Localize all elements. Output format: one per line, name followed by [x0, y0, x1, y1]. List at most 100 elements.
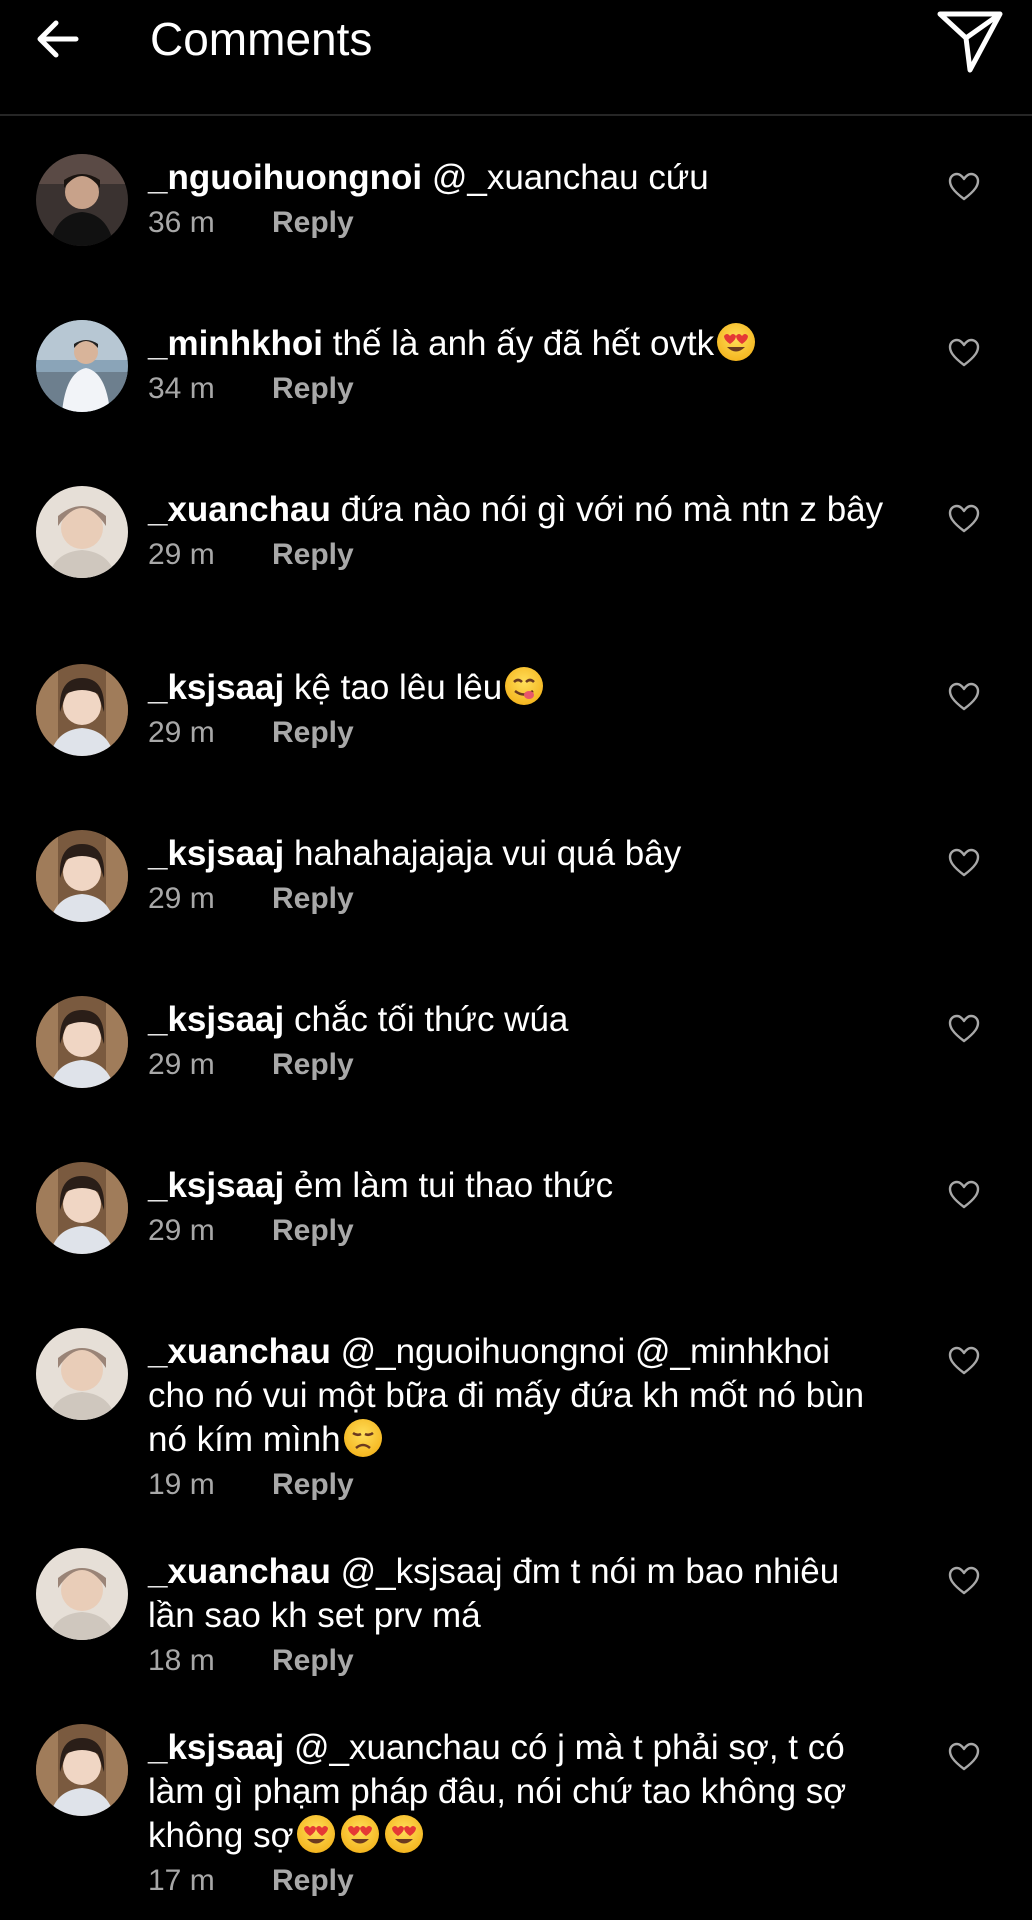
comment-meta: 19 m Reply: [148, 1464, 888, 1506]
comment-timestamp: 34 m: [148, 372, 215, 405]
reply-button[interactable]: Reply: [272, 716, 354, 749]
comment-timestamp: 29 m: [148, 882, 215, 915]
reply-button[interactable]: Reply: [272, 1468, 354, 1501]
comment-body: _ksjsaaj hahahajajaja vui quá bây 29 m Rep…: [148, 832, 888, 920]
comment-message: hahahajajaja vui quá bây: [293, 834, 682, 873]
comment-timestamp: 19 m: [148, 1468, 215, 1501]
comment-body: _minhkhoi thế là anh ấy đã hết ovtk 34 m R…: [148, 322, 888, 410]
comment-text: _xuanchau @_ksjsaaj đm t nói m bao nhiêu…: [148, 1550, 888, 1638]
comment-meta: 17 m Reply: [148, 1860, 888, 1902]
comment-text: _ksjsaaj hahahajajaja vui quá bây: [148, 832, 888, 876]
disappointed-emoji-icon: [343, 1418, 383, 1458]
heart-outline-icon: [948, 1014, 980, 1043]
like-button[interactable]: [948, 1014, 980, 1044]
comment-message: kệ tao lêu lêu: [293, 668, 503, 707]
avatar[interactable]: [36, 486, 128, 578]
comment-text: _xuanchau đứa nào nói gì với nó mà ntn z…: [148, 488, 888, 532]
comments-header: Comments: [0, 0, 1032, 116]
comment-timestamp: 29 m: [148, 538, 215, 571]
avatar[interactable]: [36, 996, 128, 1088]
heart-outline-icon: [948, 504, 980, 533]
paper-plane-icon: [937, 11, 1003, 73]
comment-username[interactable]: _ksjsaaj: [148, 1000, 284, 1039]
comment-body: _xuanchau @_nguoihuongnoi @_minhkhoi cho…: [148, 1330, 888, 1506]
like-button[interactable]: [948, 1180, 980, 1210]
comment-text: _xuanchau @_nguoihuongnoi @_minhkhoi cho…: [148, 1330, 888, 1462]
comment-timestamp: 29 m: [148, 1048, 215, 1081]
comment-body: _xuanchau đứa nào nói gì với nó mà ntn z…: [148, 488, 888, 576]
avatar[interactable]: [36, 830, 128, 922]
reply-button[interactable]: Reply: [272, 882, 354, 915]
reply-button[interactable]: Reply: [272, 1644, 354, 1677]
comment-body: _xuanchau @_ksjsaaj đm t nói m bao nhiêu…: [148, 1550, 888, 1682]
comment-meta: 34 m Reply: [148, 368, 888, 410]
heart-eyes-emoji-icon: [716, 322, 756, 362]
comment-message: @_xuanchau cứu: [431, 158, 709, 197]
heart-outline-icon: [948, 172, 980, 201]
avatar[interactable]: [36, 1548, 128, 1640]
comment-meta: 29 m Reply: [148, 712, 888, 754]
avatar[interactable]: [36, 154, 128, 246]
heart-outline-icon: [948, 1742, 980, 1771]
avatar[interactable]: [36, 1724, 128, 1816]
heart-outline-icon: [948, 1346, 980, 1375]
comment-timestamp: 36 m: [148, 206, 215, 239]
comment-body: _ksjsaaj ẻm làm tui thao thức 29 m Reply: [148, 1164, 888, 1252]
reply-button[interactable]: Reply: [272, 372, 354, 405]
comment-username[interactable]: _minhkhoi: [148, 324, 323, 363]
heart-eyes-emoji-icon: [340, 1814, 380, 1854]
avatar[interactable]: [36, 1328, 128, 1420]
heart-eyes-emoji-icon: [384, 1814, 424, 1854]
heart-outline-icon: [948, 338, 980, 367]
like-button[interactable]: [948, 1742, 980, 1772]
back-button[interactable]: [30, 14, 90, 64]
like-button[interactable]: [948, 1566, 980, 1596]
like-button[interactable]: [948, 172, 980, 202]
comment-username[interactable]: _nguoihuongnoi: [148, 158, 422, 197]
share-button[interactable]: [934, 8, 1006, 76]
yum-emoji-icon: [504, 666, 544, 706]
comment-username[interactable]: _xuanchau: [148, 1332, 331, 1371]
heart-outline-icon: [948, 848, 980, 877]
comment-meta: 18 m Reply: [148, 1640, 888, 1682]
comment-username[interactable]: _ksjsaaj: [148, 1728, 284, 1767]
comment-meta: 29 m Reply: [148, 1044, 888, 1086]
like-button[interactable]: [948, 1346, 980, 1376]
comment-text: _minhkhoi thế là anh ấy đã hết ovtk: [148, 322, 888, 366]
like-button[interactable]: [948, 848, 980, 878]
comment-username[interactable]: _ksjsaaj: [148, 1166, 284, 1205]
comment-meta: 29 m Reply: [148, 534, 888, 576]
heart-outline-icon: [948, 1566, 980, 1595]
like-button[interactable]: [948, 504, 980, 534]
reply-button[interactable]: Reply: [272, 206, 354, 239]
like-button[interactable]: [948, 338, 980, 368]
comment-text: _ksjsaaj chắc tối thức wúa: [148, 998, 888, 1042]
comment-timestamp: 18 m: [148, 1644, 215, 1677]
heart-eyes-emoji-icon: [296, 1814, 336, 1854]
comment-username[interactable]: _xuanchau: [148, 1552, 331, 1591]
comment-text: _ksjsaaj @_xuanchau có j mà t phải sợ, t…: [148, 1726, 888, 1858]
reply-button[interactable]: Reply: [272, 1864, 354, 1897]
comment-meta: 29 m Reply: [148, 878, 888, 920]
reply-button[interactable]: Reply: [272, 1214, 354, 1247]
comment-body: _nguoihuongnoi @_xuanchau cứu 36 m Reply: [148, 156, 888, 244]
comment-timestamp: 29 m: [148, 716, 215, 749]
avatar[interactable]: [36, 320, 128, 412]
like-button[interactable]: [948, 682, 980, 712]
comment-timestamp: 17 m: [148, 1864, 215, 1897]
comment-username[interactable]: _xuanchau: [148, 490, 331, 529]
comment-message: thế là anh ấy đã hết ovtk: [332, 324, 715, 363]
avatar[interactable]: [36, 664, 128, 756]
page-title: Comments: [150, 13, 373, 65]
comment-username[interactable]: _ksjsaaj: [148, 834, 284, 873]
heart-outline-icon: [948, 682, 980, 711]
comment-message: đứa nào nói gì với nó mà ntn z bây: [340, 490, 884, 529]
reply-button[interactable]: Reply: [272, 538, 354, 571]
comment-body: _ksjsaaj @_xuanchau có j mà t phải sợ, t…: [148, 1726, 888, 1902]
reply-button[interactable]: Reply: [272, 1048, 354, 1081]
comment-body: _ksjsaaj chắc tối thức wúa 29 m Reply: [148, 998, 888, 1086]
comment-text: _ksjsaaj ẻm làm tui thao thức: [148, 1164, 888, 1208]
comment-username[interactable]: _ksjsaaj: [148, 668, 284, 707]
comment-text: _nguoihuongnoi @_xuanchau cứu: [148, 156, 888, 200]
avatar[interactable]: [36, 1162, 128, 1254]
